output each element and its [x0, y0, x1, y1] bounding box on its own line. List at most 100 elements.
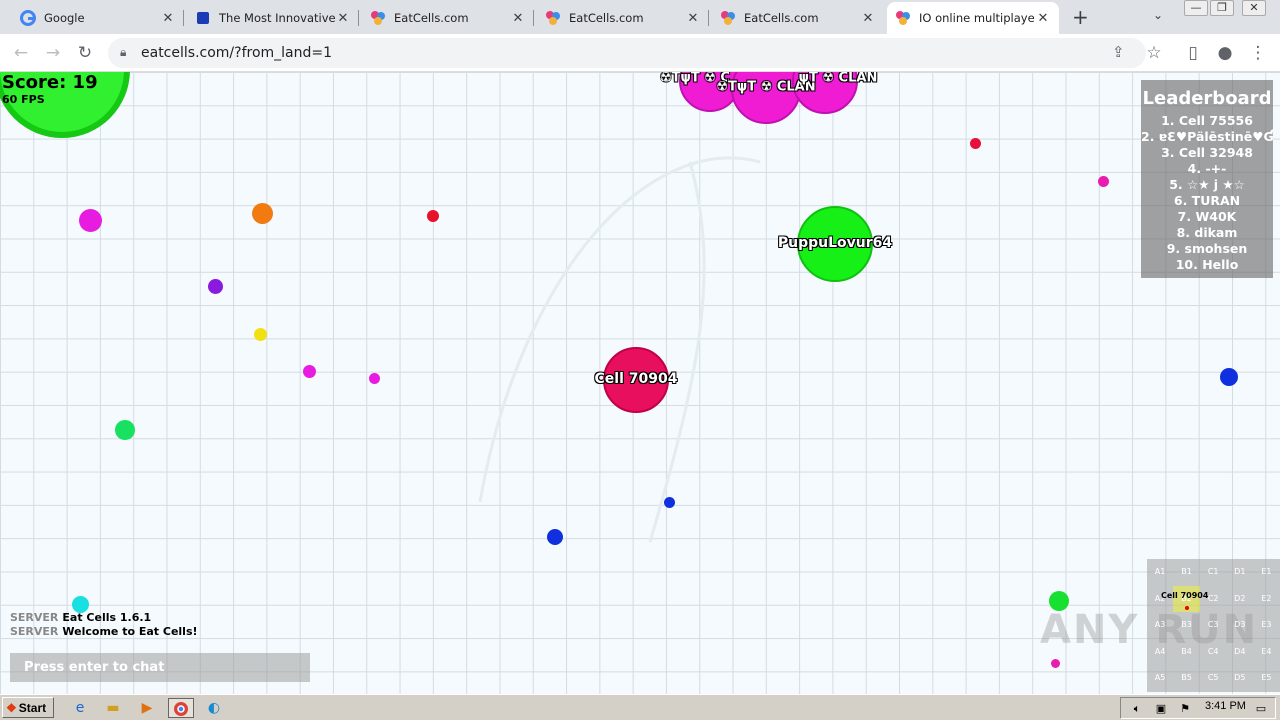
leaderboard-entry: 6. TURAN: [1173, 193, 1241, 208]
chat-message: Welcome to Eat Cells!: [62, 625, 198, 638]
food-pellet: [1051, 659, 1060, 668]
chat-log: SERVER Eat Cells 1.6.1 SERVER Welcome to E…: [10, 611, 198, 639]
chrome-icon[interactable]: [168, 698, 194, 718]
fps-label: 60 FPS: [2, 93, 45, 106]
food-pellet: [427, 210, 439, 222]
tab-strip: Google ✕ The Most Innovative Tr ✕ EatCel…: [0, 0, 1280, 34]
minimap-player-dot: [1185, 606, 1189, 610]
tab-io-multiplayer[interactable]: IO online multiplayer ar ✕: [887, 2, 1059, 34]
minimap-sector-label: D4: [1234, 646, 1246, 656]
restore-icon[interactable]: ❐: [1210, 0, 1234, 16]
tab-innovative[interactable]: The Most Innovative Tr ✕: [187, 2, 359, 34]
chevron-down-icon[interactable]: ⌄: [1153, 8, 1163, 22]
start-button[interactable]: ❖ Start: [2, 697, 54, 718]
minimize-icon[interactable]: —: [1184, 0, 1208, 16]
leaderboard-entry: 3. Cell 32948: [1161, 145, 1253, 160]
flag-icon[interactable]: ⚑: [1175, 699, 1195, 719]
network-icon[interactable]: ▣: [1151, 699, 1171, 719]
close-icon[interactable]: ✕: [1035, 11, 1051, 26]
leaderboard-entry: 10. Hello: [1175, 257, 1239, 272]
edge-icon[interactable]: ◐: [204, 698, 224, 718]
close-window-icon[interactable]: ✕: [1242, 0, 1266, 16]
tab-title: EatCells.com: [744, 11, 819, 25]
star-icon[interactable]: ☆: [1141, 40, 1167, 66]
show-desktop-icon[interactable]: ▭: [1251, 699, 1271, 719]
tab-title: IO online multiplayer ar: [919, 11, 1035, 25]
eatcells-icon: [545, 10, 561, 26]
food-pellet: [970, 138, 981, 149]
tab-title: EatCells.com: [394, 11, 469, 25]
minimap-sector-label: B3: [1181, 620, 1192, 630]
minimap-sector-label: C4: [1207, 646, 1219, 656]
menu-icon[interactable]: ⋮: [1245, 40, 1271, 66]
minimap-sector-label: A5: [1154, 673, 1166, 683]
ie-icon[interactable]: e: [70, 698, 90, 718]
windows-logo-icon: ❖: [6, 700, 17, 715]
leaderboard-entry: 7. W40K: [1177, 209, 1237, 224]
self-name: Cell 70904: [594, 371, 678, 387]
volume-icon[interactable]: 🔈︎: [1127, 699, 1147, 719]
minimap-sector-label: D5: [1234, 673, 1246, 683]
profile-icon[interactable]: ●: [1212, 40, 1238, 66]
close-icon[interactable]: ✕: [335, 11, 351, 26]
minimap-sector-label: E4: [1261, 646, 1272, 656]
eatcells-icon: [370, 10, 386, 26]
food-pellet: [254, 328, 267, 341]
food-pellet: [1098, 176, 1109, 187]
leaderboard-entry: 8. dikam: [1176, 225, 1238, 240]
food-pellet: [115, 420, 135, 440]
tab-eatcells-1[interactable]: EatCells.com ✕: [362, 2, 534, 34]
chat-line: SERVER Welcome to Eat Cells!: [10, 625, 198, 639]
leaderboard-entry: 4. -+-: [1187, 161, 1227, 176]
leaderboard: Leaderboard 1. Cell 75556 2. ɐƐ♥Pälēstin…: [1141, 80, 1273, 278]
forward-icon[interactable]: →: [40, 40, 66, 66]
clock: 3:41 PM: [1205, 700, 1246, 712]
close-icon[interactable]: ✕: [510, 11, 526, 26]
minimap-sector-label: E3: [1261, 620, 1272, 630]
address-bar[interactable]: 🔒︎ eatcells.com/?from_land=1 ⇪: [108, 38, 1146, 68]
share-icon[interactable]: ⇪: [1112, 43, 1125, 61]
minimap: A1 B1 C1 D1 E1 A2 B2 C2 D2 E2 A3 B3 C3 D3 E3 A4 B4 C4 D4 E4…: [1147, 559, 1280, 692]
media-player-icon[interactable]: ▶: [137, 698, 157, 718]
leaderboard-entry: 1. Cell 75556: [1161, 113, 1253, 128]
lock-icon[interactable]: 🔒︎: [120, 45, 126, 60]
food-pellet: [252, 203, 273, 224]
food-pellet: [79, 209, 102, 232]
clan-name-c: ψT ☢ CLAN: [798, 72, 878, 86]
game-canvas[interactable]: Score: 19 60 FPS ☢TψT ☢ C ☢TψT ☢ CLAN ψT…: [0, 72, 1280, 694]
close-icon[interactable]: ✕: [685, 11, 701, 26]
leaderboard-entry: 9. smohsen: [1166, 241, 1248, 256]
chat-sender: SERVER: [10, 625, 59, 638]
chat-input[interactable]: Press enter to chat: [10, 653, 310, 682]
browser-toolbar: ← → ↻ 🔒︎ eatcells.com/?from_land=1 ⇪ ☆ ▯…: [0, 34, 1280, 72]
close-icon[interactable]: ✕: [860, 11, 876, 26]
minimap-sector-label: B5: [1181, 673, 1192, 683]
eatcells-icon: [895, 10, 911, 26]
start-label: Start: [18, 700, 47, 715]
minimap-sector-label: E1: [1261, 567, 1272, 576]
minimap-sector-label: B4: [1181, 646, 1192, 656]
reload-icon[interactable]: ↻: [72, 40, 98, 66]
minimap-sector-label: B1: [1181, 567, 1192, 576]
chat-sender: SERVER: [10, 611, 59, 624]
folder-icon[interactable]: ▬: [103, 698, 123, 718]
enemy-name-green: PuppuLovur64: [777, 235, 893, 251]
tab-eatcells-3[interactable]: EatCells.com ✕: [712, 2, 884, 34]
score-label: Score: 19: [2, 72, 98, 93]
site-icon: [195, 10, 211, 26]
minimap-player-label: Cell 70904: [1161, 591, 1209, 600]
minimap-sector-label: E5: [1261, 673, 1272, 683]
food-pellet: [547, 529, 563, 545]
chat-message: Eat Cells 1.6.1: [62, 611, 152, 624]
minimap-sector-label: C1: [1207, 567, 1219, 576]
back-icon[interactable]: ←: [8, 40, 34, 66]
side-panel-icon[interactable]: ▯: [1180, 40, 1206, 66]
close-icon[interactable]: ✕: [160, 11, 176, 26]
tab-google[interactable]: Google ✕: [12, 2, 184, 34]
tab-eatcells-2[interactable]: EatCells.com ✕: [537, 2, 709, 34]
food-pellet: [303, 365, 316, 378]
minimap-sector-label: C3: [1207, 620, 1219, 630]
chat-line: SERVER Eat Cells 1.6.1: [10, 611, 198, 625]
minimap-sector-label: C5: [1207, 673, 1219, 683]
new-tab-icon[interactable]: +: [1072, 5, 1089, 29]
